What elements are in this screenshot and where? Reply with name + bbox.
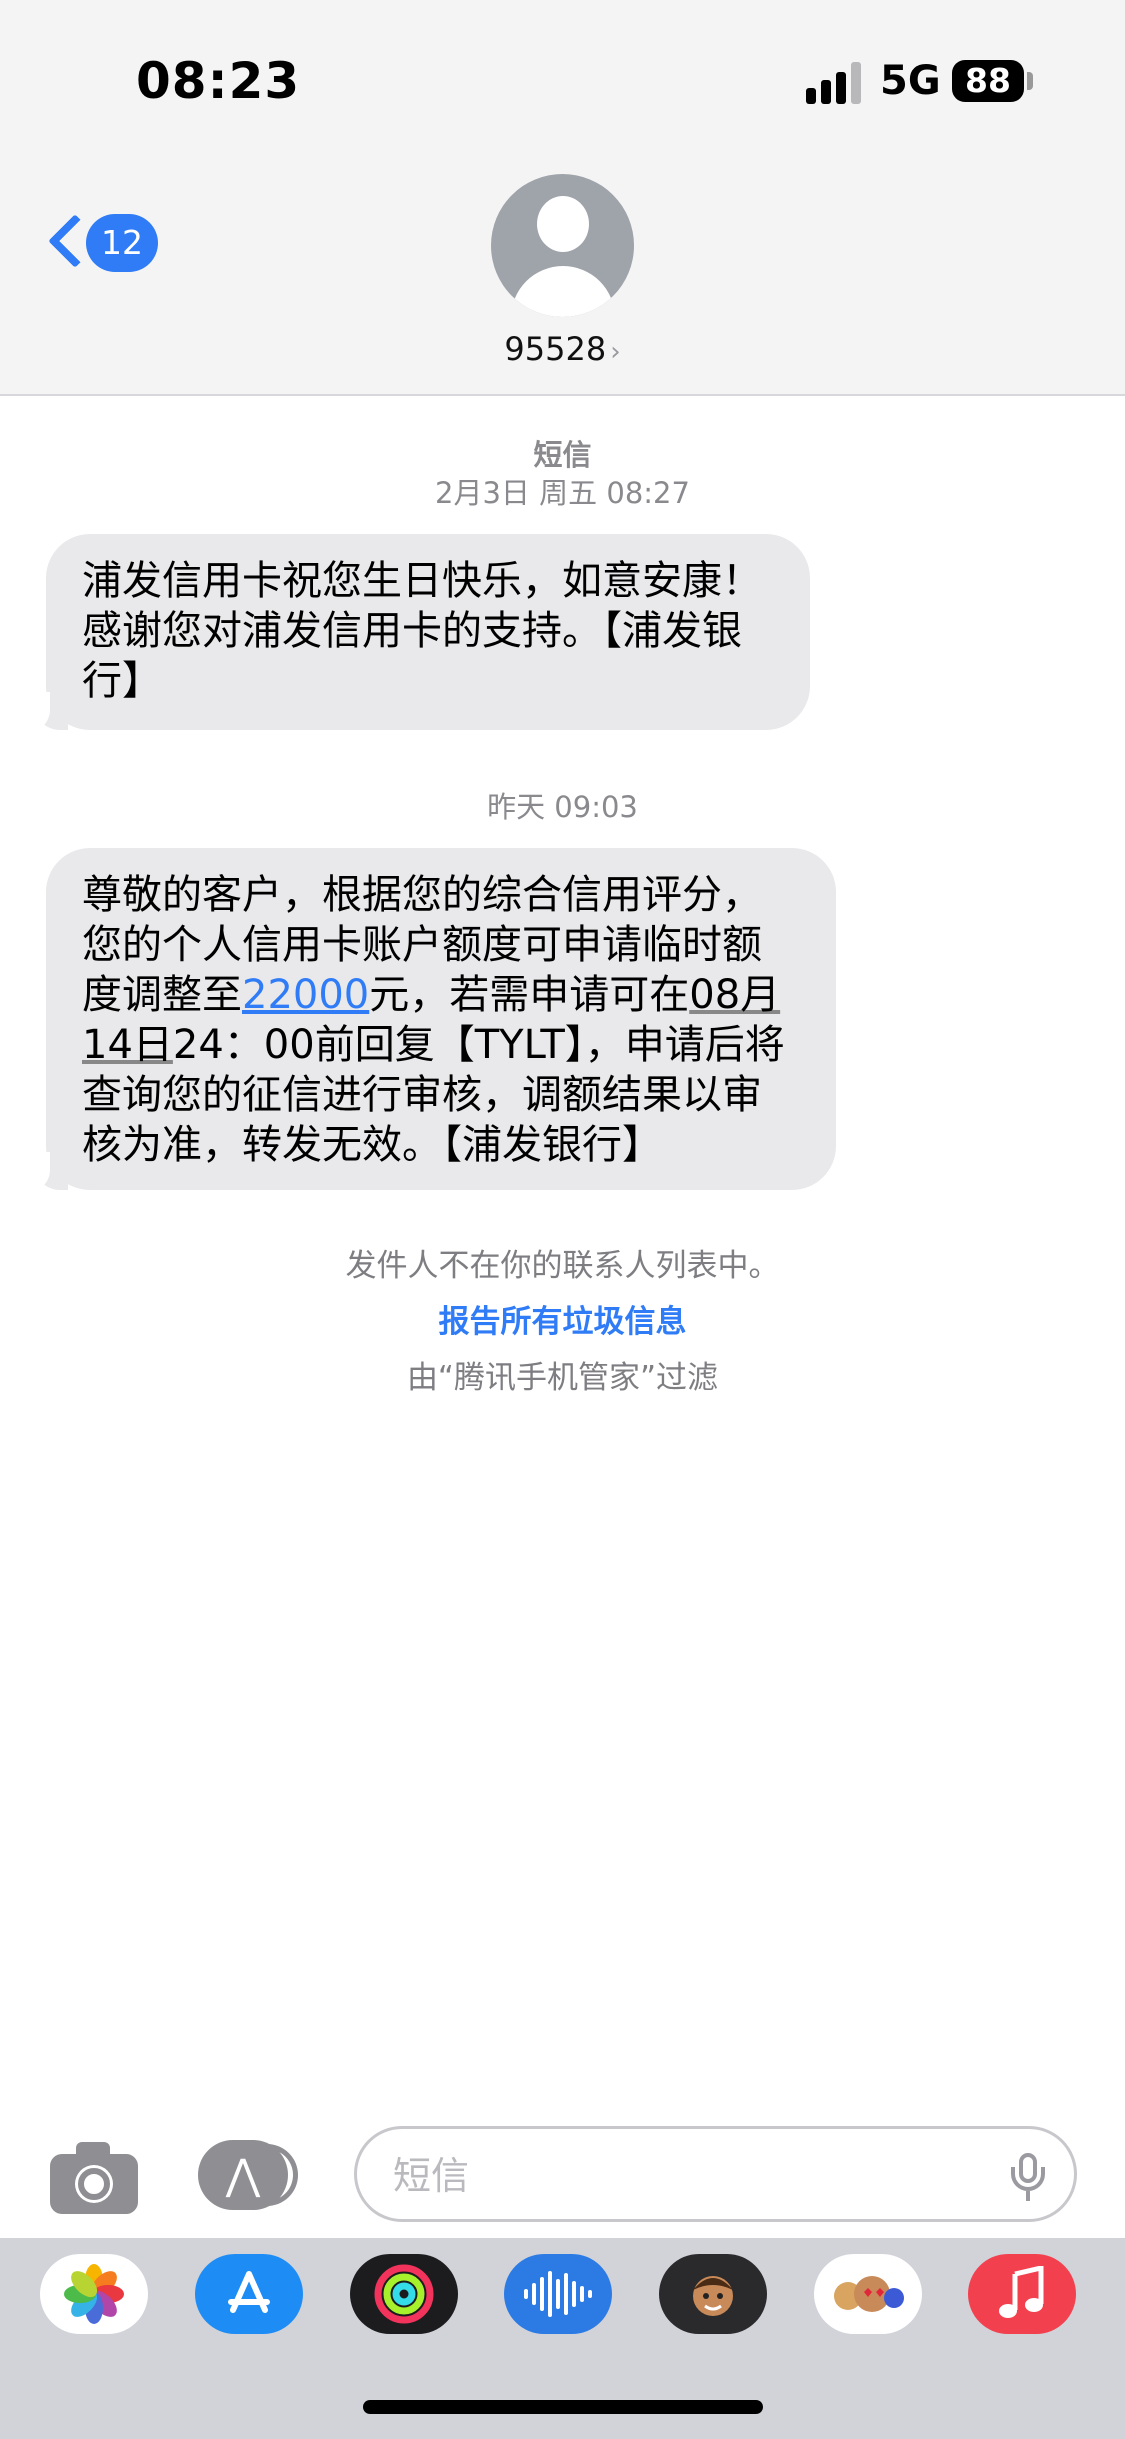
chevron-right-icon: ›: [610, 337, 621, 367]
amount-link[interactable]: 22000: [242, 972, 369, 1018]
contact-avatar[interactable]: [491, 174, 634, 317]
message-text-field[interactable]: [391, 2147, 955, 2205]
memoji-stickers-app-icon[interactable]: [814, 2254, 922, 2334]
home-indicator[interactable]: [363, 2400, 763, 2414]
mic-stem: [1026, 2191, 1030, 2201]
app-store-button[interactable]: ⋀: [198, 2140, 302, 2212]
message-line: 您的个人信用卡账户额度可申请临时额: [82, 922, 762, 968]
message-text: 元，若需申请可在: [369, 972, 690, 1018]
message-text: 24：00前回复【TYLT】，申请后将: [172, 1022, 785, 1068]
app-store-glyph-icon: [228, 2271, 270, 2313]
message-timestamp: 昨天 09:03: [487, 790, 638, 824]
photos-flower-icon: [64, 2264, 124, 2324]
audio-message-app-icon[interactable]: [504, 2254, 612, 2334]
message-line: 尊敬的客户，根据您的综合信用评分，: [82, 872, 762, 918]
battery-icon: 88: [952, 60, 1024, 102]
date-link[interactable]: 14日: [82, 1022, 173, 1068]
photos-app-icon[interactable]: [40, 2254, 148, 2334]
unread-count-badge: 12: [86, 214, 158, 272]
message-line: 浦发信用卡祝您生日快乐，如意安康！: [82, 558, 762, 604]
network-type: 5G: [880, 58, 941, 104]
unknown-sender-notice: 发件人不在你的联系人列表中。: [345, 1248, 780, 1284]
bubble-tail: [14, 1152, 68, 1192]
microphone-icon[interactable]: [1011, 2153, 1045, 2203]
activity-rings-icon: [374, 2264, 434, 2324]
mic-arc: [1011, 2167, 1045, 2191]
message-line: 14日24：00前回复【TYLT】，申请后将: [82, 1020, 802, 1070]
contact-name[interactable]: 95528 ›: [0, 330, 1125, 368]
camera-lens: [78, 2168, 110, 2200]
music-note-icon: [999, 2266, 1044, 2318]
battery-tip: [1027, 72, 1033, 90]
memoji-stickers-icon: [834, 2276, 904, 2312]
message-text: 度调整至: [82, 972, 242, 1018]
message-line: 行】: [82, 658, 162, 704]
memoji-face-icon: [693, 2276, 733, 2316]
date-link[interactable]: 08月: [689, 972, 780, 1018]
fitness-app-icon[interactable]: [350, 2254, 458, 2334]
message-line: 感谢您对浦发信用卡的支持。【浦发银: [82, 608, 742, 654]
message-timestamp: 2月3日 周五 08:27: [435, 476, 690, 510]
cellular-signal-icon: [806, 62, 864, 104]
person-icon: [537, 196, 589, 252]
music-app-icon[interactable]: [968, 2254, 1076, 2334]
service-label: 短信: [533, 438, 592, 472]
memoji-app-icon[interactable]: [659, 2254, 767, 2334]
message-line: 度调整至22000元，若需申请可在08月: [82, 970, 802, 1020]
filter-source-notice: 由“腾讯手机管家”过滤: [406, 1360, 719, 1396]
contact-number: 95528: [504, 330, 607, 368]
incoming-message-bubble[interactable]: 浦发信用卡祝您生日快乐，如意安康！ 感谢您对浦发信用卡的支持。【浦发银 行】: [46, 534, 810, 730]
bubble-tail: [14, 692, 68, 732]
message-input[interactable]: [354, 2126, 1077, 2222]
person-body: [511, 266, 615, 317]
message-line: 核为准，转发无效。【浦发银行】: [82, 1122, 662, 1168]
incoming-message-bubble[interactable]: 尊敬的客户，根据您的综合信用评分， 您的个人信用卡账户额度可申请临时额 度调整至…: [46, 848, 836, 1190]
waveform-icon: [524, 2271, 592, 2317]
app-store-tray-icon[interactable]: [195, 2254, 303, 2334]
report-junk-link[interactable]: 报告所有垃圾信息: [0, 1296, 1125, 1341]
back-button[interactable]: 12: [44, 214, 162, 276]
camera-button[interactable]: [50, 2140, 140, 2214]
message-line: 查询您的征信进行审核，调额结果以审: [82, 1072, 762, 1118]
status-time: 08:23: [136, 52, 301, 110]
navigation-header: 08:23 5G 88 12 95528 ›: [0, 0, 1125, 396]
app-store-icon: ⋀: [198, 2140, 288, 2210]
